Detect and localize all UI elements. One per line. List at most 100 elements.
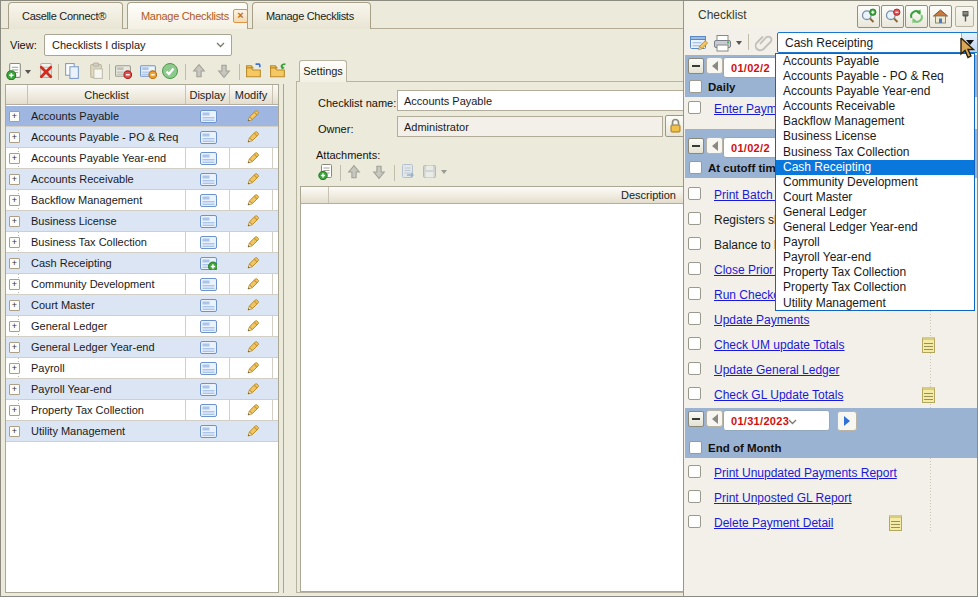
section-checkbox[interactable] (689, 80, 702, 93)
collapse-section-button[interactable] (688, 411, 704, 427)
checklist-item[interactable]: Enter Payme (714, 102, 783, 116)
modify-pencil-icon[interactable] (245, 172, 260, 187)
dropdown-item[interactable]: Payroll Year-end (776, 250, 974, 265)
expand-icon[interactable]: + (9, 237, 20, 248)
item-checkbox[interactable] (688, 262, 701, 275)
checklist-combobox[interactable]: Cash Receipting (777, 32, 978, 53)
item-checkbox[interactable] (688, 362, 701, 375)
pin-button[interactable] (955, 6, 974, 27)
display-icon[interactable] (200, 173, 217, 186)
checklist-item[interactable]: Update General Ledger (714, 363, 839, 377)
note-icon[interactable] (922, 387, 935, 403)
add-attachment-button[interactable] (318, 163, 335, 180)
tab-manage-checklists-2[interactable]: Manage Checklists (252, 2, 371, 29)
modify-pencil-icon[interactable] (245, 319, 260, 334)
display-icon[interactable] (200, 320, 217, 333)
dropdown-item[interactable]: Cash Receipting (776, 160, 974, 175)
expand-icon[interactable]: + (9, 153, 20, 164)
display-icon[interactable] (200, 341, 217, 354)
checklist-item[interactable]: Delete Payment Detail (714, 516, 833, 530)
zoom-out-button[interactable] (881, 5, 904, 28)
table-row[interactable]: + Business License (6, 211, 278, 232)
attachment-up-button[interactable] (345, 163, 362, 180)
edit-display-button[interactable] (139, 62, 157, 80)
table-row[interactable]: + Payroll (6, 358, 278, 379)
remove-display-button[interactable] (114, 62, 132, 80)
collapse-section-button[interactable] (688, 138, 704, 154)
view-dropdown[interactable]: Checklists I display (44, 34, 232, 56)
item-checkbox[interactable] (688, 101, 701, 114)
expand-icon[interactable]: + (9, 258, 20, 269)
column-header-description[interactable]: Description (329, 187, 689, 203)
modify-pencil-icon[interactable] (245, 424, 260, 439)
print-dropdown-caret[interactable] (736, 41, 742, 45)
item-checkbox[interactable] (688, 515, 701, 528)
display-icon[interactable] (200, 383, 217, 396)
checklist-item[interactable]: Check GL Update Totals (714, 388, 843, 402)
dropdown-item[interactable]: Business License (776, 129, 974, 144)
open-attachment-button[interactable] (399, 163, 416, 180)
expand-icon[interactable]: + (9, 300, 20, 311)
table-row[interactable]: + Property Tax Collection (6, 400, 278, 421)
dropdown-item[interactable]: Property Tax Collection (776, 265, 974, 280)
dropdown-item[interactable]: Backflow Management (776, 114, 974, 129)
modify-pencil-icon[interactable] (245, 109, 260, 124)
modify-pencil-icon[interactable] (245, 277, 260, 292)
next-date-button[interactable] (837, 411, 857, 431)
modify-pencil-icon[interactable] (245, 340, 260, 355)
owner-input[interactable]: Administrator (397, 116, 663, 137)
dropdown-item[interactable]: Utility Management (776, 296, 974, 311)
item-checkbox[interactable] (688, 337, 701, 350)
modify-pencil-icon[interactable] (245, 130, 260, 145)
display-icon[interactable] (200, 257, 217, 270)
approve-button[interactable] (161, 62, 179, 80)
panel-splitter[interactable] (283, 84, 284, 593)
expand-icon[interactable]: + (9, 384, 20, 395)
note-icon[interactable] (889, 515, 902, 531)
checklist-item[interactable]: Print Unupdated Payments Report (714, 466, 897, 480)
table-row[interactable]: + General Ledger (6, 316, 278, 337)
display-icon[interactable] (200, 110, 217, 123)
delete-checklist-button[interactable] (37, 62, 55, 80)
home-button[interactable] (929, 5, 952, 28)
import-checklist-button[interactable] (269, 62, 287, 80)
display-icon[interactable] (200, 236, 217, 249)
modify-pencil-icon[interactable] (245, 403, 260, 418)
expand-icon[interactable]: + (9, 195, 20, 206)
refresh-button[interactable] (905, 5, 928, 28)
expand-icon[interactable]: + (9, 342, 20, 353)
collapse-section-button[interactable] (688, 58, 704, 74)
table-row[interactable]: + Accounts Receivable (6, 169, 278, 190)
item-checkbox[interactable] (688, 237, 701, 250)
table-row[interactable]: + Cash Receipting (6, 253, 278, 274)
dropdown-item[interactable]: Accounts Receivable (776, 99, 974, 114)
table-row[interactable]: + Backflow Management (6, 190, 278, 211)
checklist-name-input[interactable]: Accounts Payable (397, 90, 687, 111)
table-row[interactable]: + Court Master (6, 295, 278, 316)
expand-icon[interactable]: + (9, 405, 20, 416)
section-checkbox[interactable] (689, 161, 702, 174)
display-icon[interactable] (200, 425, 217, 438)
modify-pencil-icon[interactable] (245, 193, 260, 208)
tab-settings[interactable]: Settings (299, 60, 347, 82)
table-row[interactable]: + Community Development (6, 274, 278, 295)
expand-icon[interactable]: + (9, 216, 20, 227)
table-row[interactable]: + Business Tax Collection (6, 232, 278, 253)
display-icon[interactable] (200, 152, 217, 165)
checklist-item[interactable]: Check UM update Totals (714, 338, 845, 352)
item-checkbox[interactable] (688, 312, 701, 325)
save-attachment-button[interactable] (421, 163, 438, 180)
dropdown-item[interactable]: Property Tax Collection (776, 280, 974, 295)
note-icon[interactable] (922, 337, 935, 353)
expand-icon[interactable]: + (9, 426, 20, 437)
table-row[interactable]: + Utility Management (6, 421, 278, 442)
dropdown-item[interactable]: Business Tax Collection (776, 145, 974, 160)
column-header-modify[interactable]: Modify (230, 85, 273, 104)
dropdown-item[interactable]: Community Development (776, 175, 974, 190)
dropdown-item[interactable]: General Ledger (776, 205, 974, 220)
display-icon[interactable] (200, 362, 217, 375)
dropdown-item[interactable]: Court Master (776, 190, 974, 205)
dropdown-item[interactable]: General Ledger Year-end (776, 220, 974, 235)
expand-icon[interactable]: + (9, 321, 20, 332)
item-checkbox[interactable] (688, 212, 701, 225)
